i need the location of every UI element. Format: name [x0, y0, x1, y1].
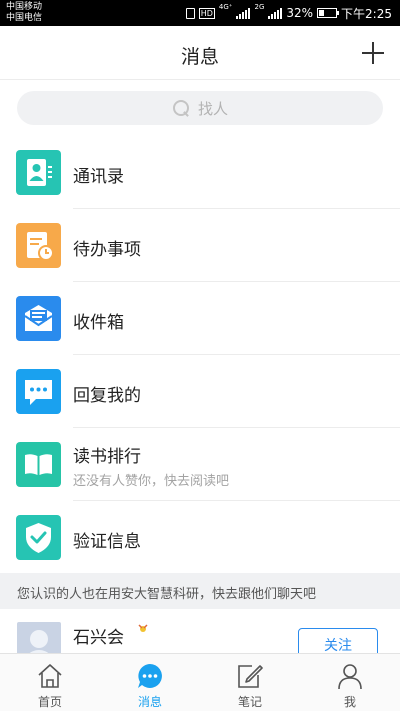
- page-title: 消息: [180, 46, 219, 68]
- suggestion-text: 您认识的人也在用安大智慧科研，快去跟他们聊天吧: [17, 587, 317, 602]
- menu-item-label: 通讯录: [73, 167, 124, 187]
- header: 消息: [0, 26, 400, 80]
- status-bar: 中国移动 中国电信 HD 4G⁺ 2G 32% 下午2:25: [0, 0, 400, 26]
- home-icon: [38, 664, 62, 688]
- person-name: 石兴会: [73, 628, 124, 648]
- menu-item-label: 收件箱: [73, 313, 124, 333]
- search-input[interactable]: 找人: [17, 91, 383, 125]
- status-indicators: HD 4G⁺ 2G 32% 下午2:25: [185, 3, 392, 22]
- network-type-2: 2G: [254, 3, 265, 11]
- menu-item-label: 回复我的: [73, 386, 141, 406]
- menu-item-inbox[interactable]: 收件箱: [0, 282, 400, 355]
- carrier-info: 中国移动 中国电信: [6, 2, 42, 24]
- tab-home[interactable]: 首页: [0, 654, 100, 711]
- battery-icon: [317, 8, 340, 18]
- tab-label: 消息: [137, 695, 162, 709]
- menu-item-reply[interactable]: 回复我的: [0, 355, 400, 428]
- menu-item-sublabel: 还没有人赞你，快去阅读吧: [73, 474, 230, 489]
- carrier-2: 中国电信: [6, 13, 43, 23]
- suggestion-banner: 您认识的人也在用安大智慧科研，快去跟他们聊天吧: [0, 573, 400, 609]
- tab-profile[interactable]: 我: [300, 654, 400, 711]
- plus-icon[interactable]: [362, 42, 384, 64]
- tab-label: 首页: [37, 695, 62, 709]
- clock: 下午2:25: [341, 6, 392, 21]
- tab-label: 笔记: [237, 695, 262, 709]
- tab-messages[interactable]: 消息: [100, 654, 200, 711]
- contacts-icon: [16, 150, 61, 195]
- hd-badge: HD: [198, 7, 215, 19]
- network-type-1: 4G⁺: [218, 3, 233, 11]
- suggested-person-row[interactable]: 石兴会 关注: [0, 609, 400, 653]
- tab-notes[interactable]: 笔记: [200, 654, 300, 711]
- signal-1-icon: [236, 7, 251, 19]
- search-icon: [172, 99, 190, 117]
- menu-item-verification[interactable]: 验证信息: [0, 501, 400, 574]
- battery-percent: 32%: [286, 6, 314, 20]
- follow-button[interactable]: 关注: [298, 628, 378, 653]
- note-edit-icon: [238, 665, 263, 688]
- book-icon: [16, 442, 61, 487]
- search-placeholder: 找人: [197, 99, 228, 118]
- menu-item-contacts[interactable]: 通讯录: [0, 136, 400, 209]
- avatar[interactable]: [17, 622, 61, 653]
- vibrate-icon: [185, 7, 195, 19]
- menu-item-label: 验证信息: [73, 532, 141, 552]
- todo-icon: [16, 223, 61, 268]
- message-icon: [138, 664, 162, 688]
- menu-list: 通讯录 待办事项 收件箱 回复我的 读书排行 还没有人赞你，快去阅读吧 验证信息: [0, 136, 400, 574]
- menu-item-label: 读书排行: [73, 447, 141, 467]
- carrier-1: 中国移动: [6, 2, 43, 12]
- menu-item-todo[interactable]: 待办事项: [0, 209, 400, 282]
- inbox-icon: [16, 296, 61, 341]
- badge-icon: [138, 624, 148, 632]
- menu-item-label: 待办事项: [73, 240, 141, 260]
- tab-bar: 首页 消息 笔记 我: [0, 653, 400, 711]
- reply-icon: [16, 369, 61, 414]
- menu-item-reading-rank[interactable]: 读书排行 还没有人赞你，快去阅读吧: [0, 428, 400, 501]
- signal-2-icon: [268, 7, 283, 19]
- profile-icon: [338, 664, 362, 690]
- tab-label: 我: [343, 695, 356, 709]
- verify-shield-icon: [16, 515, 61, 560]
